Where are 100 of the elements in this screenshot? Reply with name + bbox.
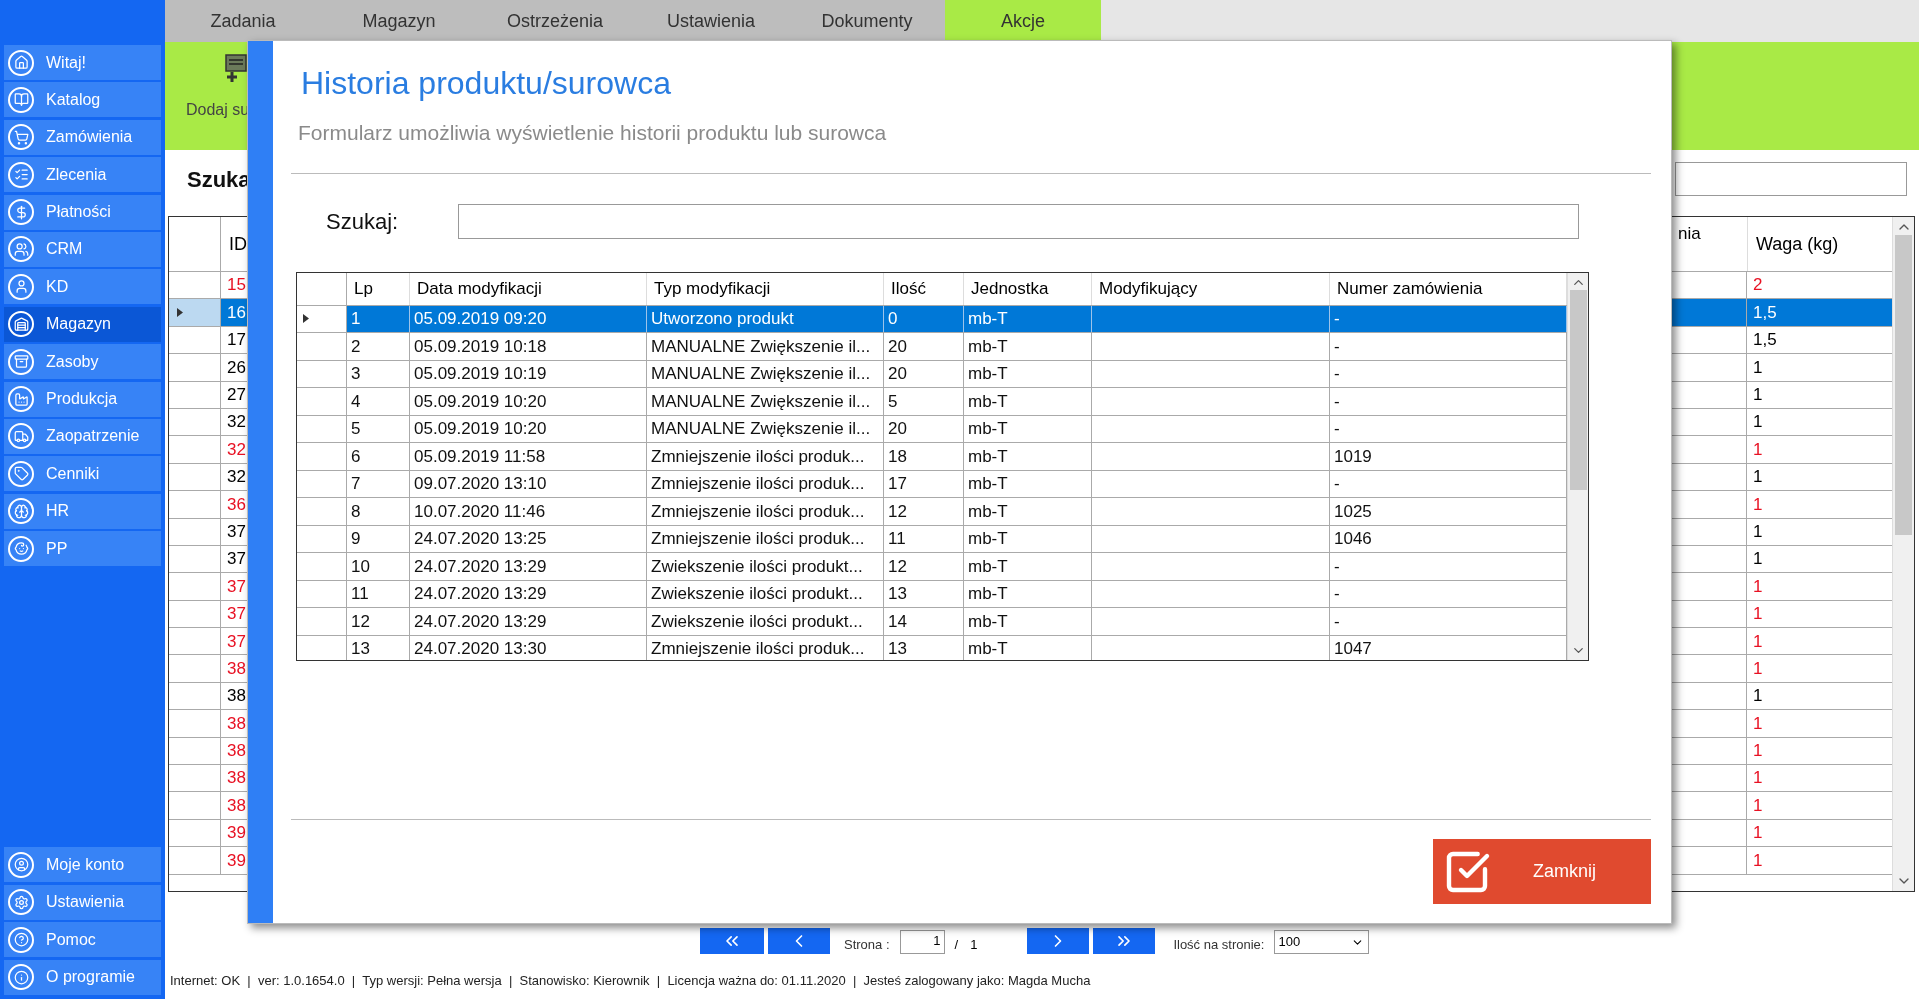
truck-icon: [8, 423, 34, 450]
table-cell-text: 15: [226, 274, 247, 297]
table-row[interactable]: 3 05.09.2019 10:19 MANUALNE Zwiększenie il... 20 mb-T -: [297, 360, 1567, 388]
settings-icon: [8, 889, 34, 916]
sidebar-item[interactable]: Magazyn: [4, 306, 161, 342]
table-row[interactable]: 1 05.09.2019 09:20 Utworzono produkt 0 mb-T -: [297, 305, 1567, 333]
table-cell: 0: [884, 305, 964, 332]
table-cell: 05.09.2019 10:20: [410, 388, 647, 415]
sidebar-item[interactable]: Witaj!: [4, 45, 161, 80]
table-cell-text: 1: [1752, 657, 1764, 680]
table-cell: MANUALNE Zwiększenie il...: [647, 333, 884, 360]
column-header[interactable]: Jednostka: [964, 272, 1092, 305]
tab[interactable]: Magazyn: [321, 0, 477, 42]
sidebar-item[interactable]: Zaopatrzenie: [4, 418, 161, 454]
sidebar-item[interactable]: Katalog: [4, 82, 161, 118]
table-cell-text: 32: [226, 438, 247, 461]
warehouse-icon: [8, 311, 34, 338]
table-cell: 05.09.2019 10:20: [410, 415, 647, 442]
table-row[interactable]: 9 24.07.2020 13:25 Zmniejszenie ilości produk... 11 mb-T 1046: [297, 525, 1567, 553]
page-field[interactable]: 1: [899, 930, 945, 954]
sidebar-item[interactable]: Zlecenia: [4, 157, 161, 193]
table-cell: 1: [347, 305, 410, 332]
table-row[interactable]: 2 05.09.2019 10:18 MANUALNE Zwiększenie il... 20 mb-T -: [297, 333, 1567, 361]
tab[interactable]: Ustawienia: [633, 0, 789, 42]
scroll-thumb[interactable]: [1569, 289, 1587, 490]
table-row[interactable]: 10 24.07.2020 13:29 Zwiekszenie ilości produkt... 12 mb-T -: [297, 553, 1567, 581]
next-page-button[interactable]: [1027, 928, 1090, 954]
tab[interactable]: Ostrzeżenia: [477, 0, 633, 42]
box-plus-icon[interactable]: [224, 54, 248, 84]
table-row[interactable]: 11 24.07.2020 13:29 Zwiekszenie ilości produkt... 13 mb-T -: [297, 580, 1567, 608]
table-cell: 12: [884, 553, 964, 580]
table-cell: Zwiekszenie ilości produkt...: [647, 553, 884, 580]
column-header[interactable]: Ilość: [884, 272, 964, 305]
table-row[interactable]: 6 05.09.2019 11:58 Zmniejszenie ilości produk... 18 mb-T 1019: [297, 443, 1567, 471]
table-cell: mb-T: [964, 580, 1092, 607]
table-cell: mb-T: [964, 470, 1092, 497]
sidebar-item[interactable]: CRM: [4, 231, 161, 267]
table-cell: mb-T: [964, 443, 1092, 470]
sidebar-item[interactable]: KD: [4, 269, 161, 305]
table-cell: mb-T: [964, 360, 1092, 387]
column-header[interactable]: Data modyfikacji: [410, 272, 647, 305]
table-cell-text: 32: [226, 411, 247, 434]
table-row[interactable]: 13 24.07.2020 13:30 Zmniejszenie ilości produk... 13 mb-T 1047: [297, 635, 1567, 660]
table-cell: 13: [347, 635, 410, 660]
scrollbar[interactable]: [1567, 272, 1588, 660]
scrollbar[interactable]: [1892, 217, 1914, 891]
table-cell: 11: [884, 525, 964, 552]
sidebar-item[interactable]: Produkcja: [4, 381, 161, 417]
sidebar-item[interactable]: Zamówienia: [4, 119, 161, 155]
sidebar-item[interactable]: Płatności: [4, 194, 161, 230]
table-cell-text: 37: [226, 575, 247, 598]
sidebar-item[interactable]: PP: [4, 531, 161, 567]
column-header[interactable]: Lp: [347, 272, 410, 305]
tab[interactable]: Zadania: [165, 0, 321, 42]
table-cell: mb-T: [964, 388, 1092, 415]
table-cell: mb-T: [964, 333, 1092, 360]
table-cell-text: 39: [226, 849, 247, 872]
current-row-icon: [303, 314, 309, 324]
table-cell: 13: [884, 580, 964, 607]
sidebar-item[interactable]: HR: [4, 493, 161, 529]
people-icon: [8, 236, 34, 263]
close-button[interactable]: Zamknij: [1433, 839, 1651, 904]
last-page-button[interactable]: [1093, 928, 1156, 954]
previous-page-button[interactable]: [768, 928, 830, 954]
sidebar-item[interactable]: O programie: [4, 959, 161, 995]
table-row[interactable]: 5 05.09.2019 10:20 MANUALNE Zwiększenie il... 20 mb-T -: [297, 415, 1567, 443]
table-row[interactable]: 8 10.07.2020 11:46 Zmniejszenie ilości produk... 12 mb-T 1025: [297, 498, 1567, 526]
table-row[interactable]: 7 09.07.2020 13:10 Zmniejszenie ilości produk... 17 mb-T -: [297, 470, 1567, 498]
table-cell: 1,5: [1747, 299, 1892, 326]
sidebar-item[interactable]: Moje konto: [4, 847, 161, 883]
first-page-button[interactable]: [700, 928, 764, 954]
sidebar-item[interactable]: Zasoby: [4, 344, 161, 380]
table-cell-text: 1: [1752, 356, 1764, 379]
sidebar-item[interactable]: Cenniki: [4, 456, 161, 492]
table-row[interactable]: 12 24.07.2020 13:29 Zwiekszenie ilości produkt... 14 mb-T -: [297, 608, 1567, 636]
sidebar-item[interactable]: Pomoc: [4, 922, 161, 958]
table-cell-text: 1: [1752, 603, 1764, 626]
column-header[interactable]: nia: [1676, 217, 1747, 271]
row-header[interactable]: [169, 299, 221, 326]
column-header[interactable]: Typ modyfikacji: [647, 272, 884, 305]
table-cell: 05.09.2019 11:58: [410, 443, 647, 470]
factory-icon: [8, 386, 34, 412]
search-field[interactable]: [1675, 162, 1907, 196]
per-page-select[interactable]: 100: [1274, 930, 1370, 954]
scroll-thumb[interactable]: [1895, 235, 1912, 535]
table-cell: MANUALNE Zwiększenie il...: [647, 360, 884, 387]
table-cell-text: 37: [226, 520, 247, 543]
sidebar-item[interactable]: Ustawienia: [4, 884, 161, 920]
table-cell: 24.07.2020 13:25: [410, 525, 647, 552]
tab[interactable]: Dokumenty: [789, 0, 945, 42]
table-cell-text: 1: [1752, 767, 1764, 790]
page-total: 1: [970, 935, 978, 954]
search-field[interactable]: [458, 203, 1579, 239]
column-header[interactable]: Modyfikujący: [1092, 272, 1330, 305]
table-cell: 10: [347, 553, 410, 580]
table-cell: 05.09.2019 10:19: [410, 360, 647, 387]
tab[interactable]: Akcje: [945, 0, 1101, 42]
table-row[interactable]: 4 05.09.2019 10:20 MANUALNE Zwiększenie il... 5 mb-T -: [297, 388, 1567, 416]
table-cell: 2: [347, 333, 410, 360]
table-cell-text: 38: [226, 685, 247, 708]
